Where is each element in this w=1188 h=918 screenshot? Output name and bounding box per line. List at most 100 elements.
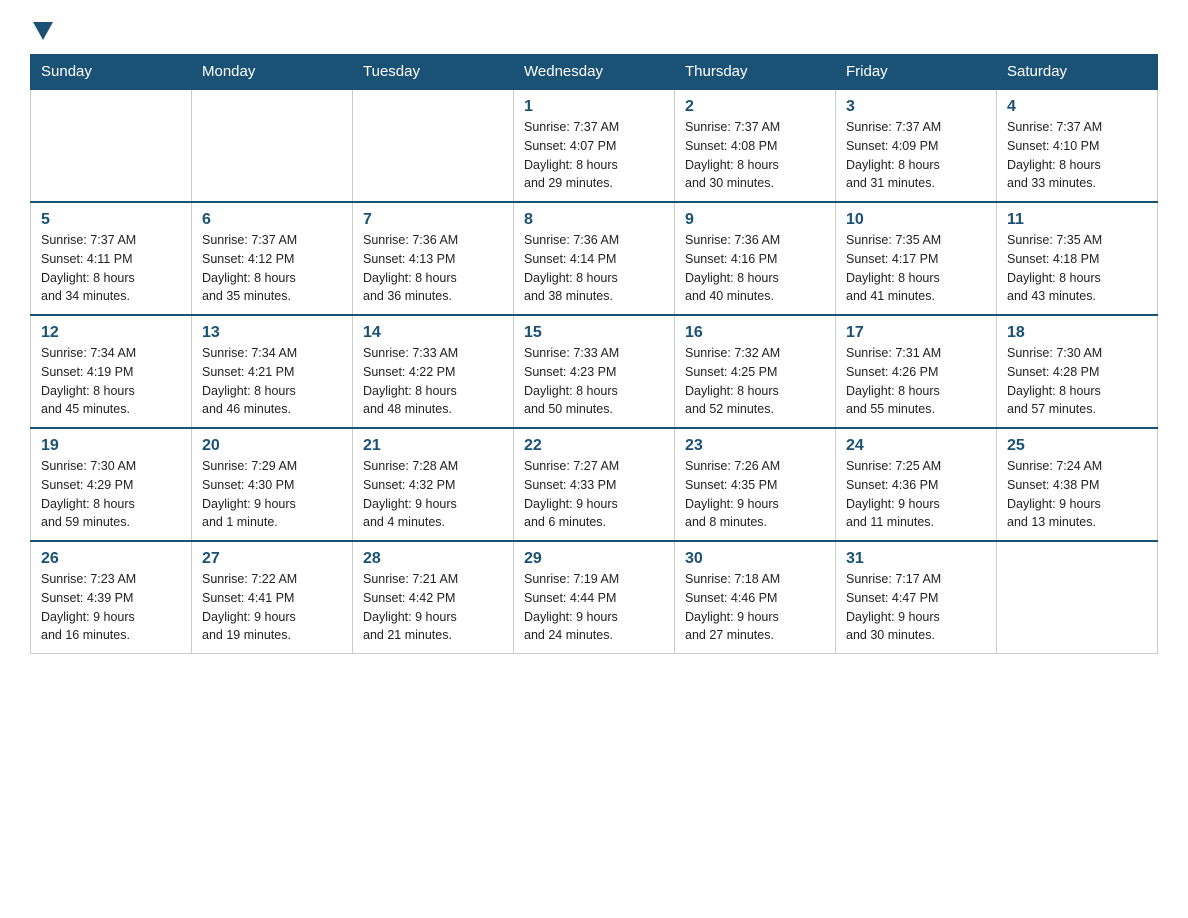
cell-day-number: 18 — [1007, 324, 1147, 342]
calendar-cell: 14 Sunrise: 7:33 AMSunset: 4:22 PMDayligh… — [353, 315, 514, 428]
cell-info: Sunrise: 7:37 AMSunset: 4:12 PMDaylight:… — [202, 231, 342, 306]
cell-day-number: 7 — [363, 211, 503, 229]
cell-info: Sunrise: 7:28 AMSunset: 4:32 PMDaylight:… — [363, 457, 503, 532]
calendar-cell: 22 Sunrise: 7:27 AMSunset: 4:33 PMDayligh… — [514, 428, 675, 541]
cell-day-number: 28 — [363, 550, 503, 568]
calendar-table: SundayMondayTuesdayWednesdayThursdayFrid… — [30, 54, 1158, 654]
cell-day-number: 26 — [41, 550, 181, 568]
calendar-cell: 4Sunrise: 7:37 AMSunset: 4:10 PMDaylight… — [997, 89, 1158, 202]
cell-info: Sunrise: 7:33 AMSunset: 4:23 PMDaylight:… — [524, 344, 664, 419]
cell-info: Sunrise: 7:37 AMSunset: 4:07 PMDaylight:… — [524, 118, 664, 193]
cell-day-number: 3 — [846, 98, 986, 116]
cell-info: Sunrise: 7:29 AMSunset: 4:30 PMDaylight:… — [202, 457, 342, 532]
day-header-thursday: Thursday — [675, 55, 836, 90]
cell-day-number: 25 — [1007, 437, 1147, 455]
cell-day-number: 10 — [846, 211, 986, 229]
cell-day-number: 13 — [202, 324, 342, 342]
cell-day-number: 14 — [363, 324, 503, 342]
calendar-cell — [192, 89, 353, 202]
cell-day-number: 24 — [846, 437, 986, 455]
cell-day-number: 19 — [41, 437, 181, 455]
calendar-cell: 31Sunrise: 7:17 AMSunset: 4:47 PMDayligh… — [836, 541, 997, 654]
calendar-cell: 9Sunrise: 7:36 AMSunset: 4:16 PMDaylight… — [675, 202, 836, 315]
calendar-cell: 1 Sunrise: 7:37 AMSunset: 4:07 PMDaylight… — [514, 89, 675, 202]
calendar-cell: 16Sunrise: 7:32 AMSunset: 4:25 PMDayligh… — [675, 315, 836, 428]
day-header-saturday: Saturday — [997, 55, 1158, 90]
calendar-cell — [353, 89, 514, 202]
calendar-cell — [31, 89, 192, 202]
calendar-cell: 18 Sunrise: 7:30 AMSunset: 4:28 PMDayligh… — [997, 315, 1158, 428]
cell-day-number: 27 — [202, 550, 342, 568]
day-header-wednesday: Wednesday — [514, 55, 675, 90]
calendar-cell: 23 Sunrise: 7:26 AMSunset: 4:35 PMDayligh… — [675, 428, 836, 541]
cell-info: Sunrise: 7:24 AMSunset: 4:38 PMDaylight:… — [1007, 457, 1147, 532]
cell-info: Sunrise: 7:30 AMSunset: 4:28 PMDaylight:… — [1007, 344, 1147, 419]
calendar-cell: 19 Sunrise: 7:30 AMSunset: 4:29 PMDayligh… — [31, 428, 192, 541]
cell-info: Sunrise: 7:19 AMSunset: 4:44 PMDaylight:… — [524, 570, 664, 645]
calendar-week-3: 12 Sunrise: 7:34 AMSunset: 4:19 PMDayligh… — [31, 315, 1158, 428]
cell-info: Sunrise: 7:27 AMSunset: 4:33 PMDaylight:… — [524, 457, 664, 532]
cell-day-number: 12 — [41, 324, 181, 342]
calendar-cell: 21 Sunrise: 7:28 AMSunset: 4:32 PMDayligh… — [353, 428, 514, 541]
day-header-monday: Monday — [192, 55, 353, 90]
cell-info: Sunrise: 7:37 AMSunset: 4:11 PMDaylight:… — [41, 231, 181, 306]
cell-day-number: 2 — [685, 98, 825, 116]
calendar-cell: 28 Sunrise: 7:21 AMSunset: 4:42 PMDayligh… — [353, 541, 514, 654]
cell-info: Sunrise: 7:34 AMSunset: 4:19 PMDaylight:… — [41, 344, 181, 419]
cell-info: Sunrise: 7:31 AMSunset: 4:26 PMDaylight:… — [846, 344, 986, 419]
cell-day-number: 22 — [524, 437, 664, 455]
cell-info: Sunrise: 7:17 AMSunset: 4:47 PMDaylight:… — [846, 570, 986, 645]
cell-info: Sunrise: 7:35 AMSunset: 4:18 PMDaylight:… — [1007, 231, 1147, 306]
cell-info: Sunrise: 7:35 AMSunset: 4:17 PMDaylight:… — [846, 231, 986, 306]
cell-day-number: 29 — [524, 550, 664, 568]
cell-day-number: 20 — [202, 437, 342, 455]
cell-info: Sunrise: 7:37 AMSunset: 4:09 PMDaylight:… — [846, 118, 986, 193]
cell-info: Sunrise: 7:36 AMSunset: 4:16 PMDaylight:… — [685, 231, 825, 306]
cell-day-number: 1 — [524, 98, 664, 116]
calendar-cell: 30Sunrise: 7:18 AMSunset: 4:46 PMDayligh… — [675, 541, 836, 654]
calendar-week-1: 1 Sunrise: 7:37 AMSunset: 4:07 PMDaylight… — [31, 89, 1158, 202]
cell-info: Sunrise: 7:34 AMSunset: 4:21 PMDaylight:… — [202, 344, 342, 419]
cell-info: Sunrise: 7:26 AMSunset: 4:35 PMDaylight:… — [685, 457, 825, 532]
cell-info: Sunrise: 7:23 AMSunset: 4:39 PMDaylight:… — [41, 570, 181, 645]
logo-triangle-icon — [33, 22, 53, 40]
calendar-cell: 5Sunrise: 7:37 AMSunset: 4:11 PMDaylight… — [31, 202, 192, 315]
calendar-cell: 3 Sunrise: 7:37 AMSunset: 4:09 PMDaylight… — [836, 89, 997, 202]
day-header-tuesday: Tuesday — [353, 55, 514, 90]
cell-info: Sunrise: 7:21 AMSunset: 4:42 PMDaylight:… — [363, 570, 503, 645]
cell-day-number: 11 — [1007, 211, 1147, 229]
cell-info: Sunrise: 7:22 AMSunset: 4:41 PMDaylight:… — [202, 570, 342, 645]
cell-day-number: 30 — [685, 550, 825, 568]
calendar-cell: 7 Sunrise: 7:36 AMSunset: 4:13 PMDaylight… — [353, 202, 514, 315]
calendar-cell: 2 Sunrise: 7:37 AMSunset: 4:08 PMDaylight… — [675, 89, 836, 202]
cell-day-number: 8 — [524, 211, 664, 229]
calendar-cell: 8 Sunrise: 7:36 AMSunset: 4:14 PMDaylight… — [514, 202, 675, 315]
cell-info: Sunrise: 7:30 AMSunset: 4:29 PMDaylight:… — [41, 457, 181, 532]
day-header-friday: Friday — [836, 55, 997, 90]
calendar-cell: 6Sunrise: 7:37 AMSunset: 4:12 PMDaylight… — [192, 202, 353, 315]
cell-info: Sunrise: 7:36 AMSunset: 4:13 PMDaylight:… — [363, 231, 503, 306]
cell-info: Sunrise: 7:36 AMSunset: 4:14 PMDaylight:… — [524, 231, 664, 306]
cell-day-number: 15 — [524, 324, 664, 342]
calendar-week-4: 19 Sunrise: 7:30 AMSunset: 4:29 PMDayligh… — [31, 428, 1158, 541]
cell-day-number: 21 — [363, 437, 503, 455]
cell-info: Sunrise: 7:37 AMSunset: 4:08 PMDaylight:… — [685, 118, 825, 193]
calendar-cell — [997, 541, 1158, 654]
calendar-cell: 29 Sunrise: 7:19 AMSunset: 4:44 PMDayligh… — [514, 541, 675, 654]
day-header-sunday: Sunday — [31, 55, 192, 90]
cell-day-number: 23 — [685, 437, 825, 455]
calendar-cell: 20 Sunrise: 7:29 AMSunset: 4:30 PMDayligh… — [192, 428, 353, 541]
calendar-header: SundayMondayTuesdayWednesdayThursdayFrid… — [31, 55, 1158, 90]
calendar-cell: 12 Sunrise: 7:34 AMSunset: 4:19 PMDayligh… — [31, 315, 192, 428]
logo — [30, 20, 53, 44]
calendar-cell: 13 Sunrise: 7:34 AMSunset: 4:21 PMDayligh… — [192, 315, 353, 428]
calendar-cell: 25 Sunrise: 7:24 AMSunset: 4:38 PMDayligh… — [997, 428, 1158, 541]
calendar-week-5: 26 Sunrise: 7:23 AMSunset: 4:39 PMDayligh… — [31, 541, 1158, 654]
cell-day-number: 4 — [1007, 98, 1147, 116]
page-header — [30, 20, 1158, 44]
cell-info: Sunrise: 7:25 AMSunset: 4:36 PMDaylight:… — [846, 457, 986, 532]
calendar-week-2: 5Sunrise: 7:37 AMSunset: 4:11 PMDaylight… — [31, 202, 1158, 315]
calendar-cell: 26 Sunrise: 7:23 AMSunset: 4:39 PMDayligh… — [31, 541, 192, 654]
cell-info: Sunrise: 7:33 AMSunset: 4:22 PMDaylight:… — [363, 344, 503, 419]
calendar-cell: 17Sunrise: 7:31 AMSunset: 4:26 PMDayligh… — [836, 315, 997, 428]
